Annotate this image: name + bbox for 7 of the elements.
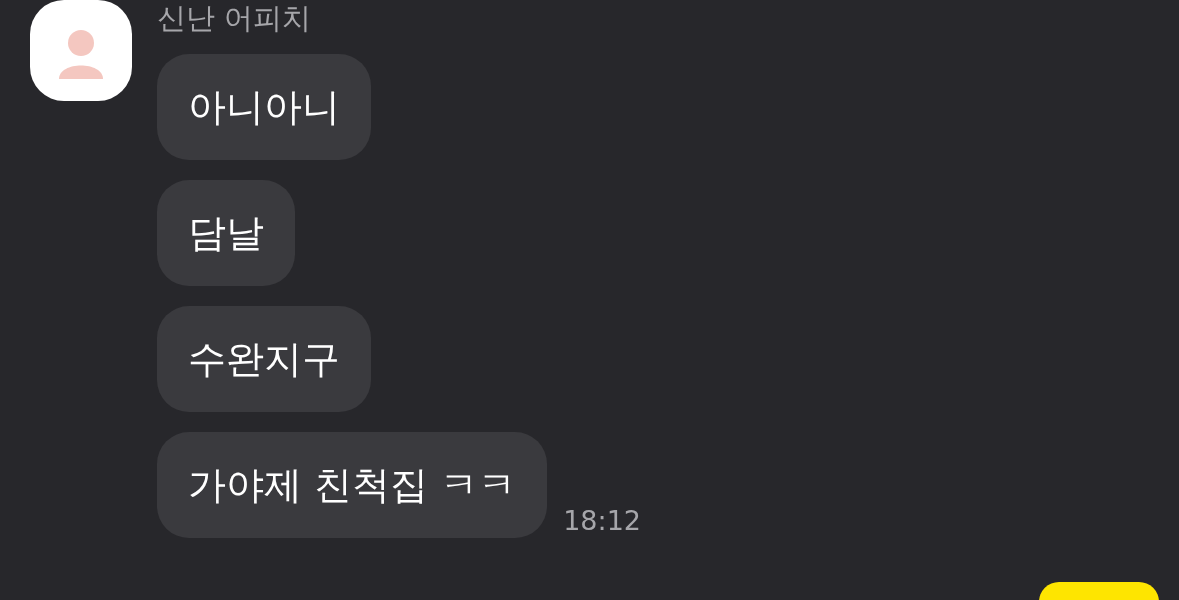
message-bubble: 담날: [157, 180, 295, 286]
avatar[interactable]: [30, 0, 132, 101]
message-time: 18:12: [563, 506, 641, 536]
message-bubble: 수완지구: [157, 306, 371, 412]
message-bubble: 가야제 친척집 ㅋㅋ: [157, 432, 548, 538]
message-bubble: 아니아니: [157, 54, 371, 160]
sender-name: 신난 어피치: [157, 0, 313, 37]
